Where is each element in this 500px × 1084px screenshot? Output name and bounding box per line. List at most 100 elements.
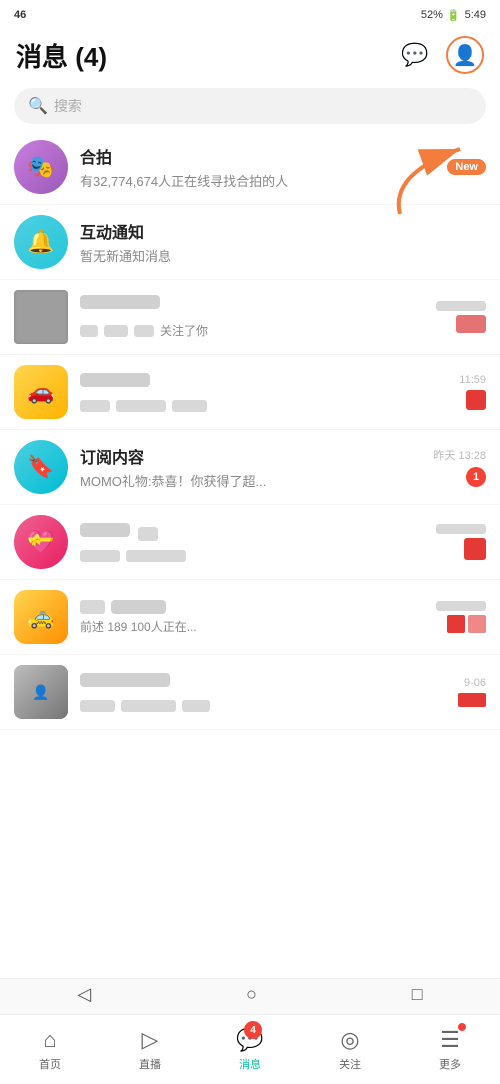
blurred-time [436, 524, 486, 534]
avatar: 👤 [14, 665, 68, 719]
nav-item-live[interactable]: ▷ 直播 [100, 1015, 200, 1084]
blurred-desc [80, 700, 450, 712]
item-meta [436, 524, 486, 560]
item-desc: 有32,774,674人正在线寻找合拍的人 [80, 171, 439, 190]
blurred-name [80, 373, 150, 387]
contacts-button[interactable]: 👤 [446, 36, 484, 74]
time-text: 5:49 [465, 9, 486, 21]
item-desc: 暂无新通知消息 [80, 246, 478, 265]
item-time: 9-06 [464, 677, 486, 689]
blurred-text [138, 527, 158, 541]
blurred-text-1 [80, 325, 98, 337]
item-meta: New [447, 159, 486, 175]
status-bar: 46 52% 🔋 5:49 [0, 0, 500, 28]
battery-icon: 🔋 [447, 9, 461, 22]
hepai-icon: 🎭 [27, 154, 54, 180]
list-item[interactable]: 👤 9-06 [0, 655, 500, 730]
item-meta: 昨天 13:28 1 [433, 447, 486, 487]
item-time: 昨天 13:28 [433, 447, 486, 463]
desc-text: 前述 189 100人正在... [80, 618, 197, 635]
message-badge: 4 [244, 1021, 262, 1039]
list-item[interactable]: 🚕 前述 189 100人正在... [0, 580, 500, 655]
list-item[interactable]: 🚗 11:59 [0, 355, 500, 430]
header-icons: 💬 👤 [396, 36, 484, 74]
list-item[interactable]: 💝 [0, 505, 500, 580]
avatar [14, 290, 68, 344]
more-label: 更多 [439, 1056, 461, 1072]
back-button[interactable]: ◁ [77, 984, 91, 1005]
page-title: 消息 (4) [16, 37, 107, 74]
car-icon: 🚗 [27, 379, 54, 405]
item-content: 关注了你 [80, 295, 428, 339]
home-icon: ⌂ [43, 1027, 56, 1053]
user-icon: 👤 [32, 684, 49, 701]
nav-item-more[interactable]: ☰ 更多 [400, 1015, 500, 1084]
search-bubble-button[interactable]: 💬 [396, 36, 434, 74]
blurred-name [80, 673, 170, 687]
item-name: 互动通知 [80, 219, 478, 243]
blurred-name-1 [80, 600, 105, 614]
red-square-1 [447, 615, 465, 633]
item-meta: 9-06 [458, 677, 486, 707]
item-content: 合拍 有32,774,674人正在线寻找合拍的人 [80, 144, 439, 190]
avatar: 🎭 [14, 140, 68, 194]
item-meta: 11:59 [459, 374, 486, 410]
blurred-text-2 [104, 325, 128, 337]
message-label: 消息 [239, 1056, 261, 1072]
blurred-text-1 [80, 700, 115, 712]
live-label: 直播 [139, 1056, 161, 1072]
blurred-desc [80, 400, 451, 412]
item-content [80, 523, 428, 562]
blurred-text-3 [134, 325, 154, 337]
taxi-icon: 🚕 [27, 604, 54, 630]
bell-icon: 🔔 [27, 229, 54, 255]
list-item[interactable]: 关注了你 [0, 280, 500, 355]
item-content: 前述 189 100人正在... [80, 600, 428, 635]
notification-dot [458, 1023, 466, 1031]
system-nav: ◁ ○ □ [0, 978, 500, 1014]
more-icon: ☰ [440, 1027, 460, 1053]
blurred-text-2 [121, 700, 176, 712]
blurred-desc: 前述 189 100人正在... [80, 618, 428, 635]
blurred-desc [80, 550, 428, 562]
blurred-time [436, 601, 486, 611]
search-bar[interactable]: 🔍 搜索 [14, 88, 486, 124]
blurred-text-1 [80, 550, 120, 562]
list-item[interactable]: 🔔 互动通知 暂无新通知消息 [0, 205, 500, 280]
nav-item-message[interactable]: 4 💬 消息 [200, 1015, 300, 1084]
nav-item-follow[interactable]: ◎ 关注 [300, 1015, 400, 1084]
blurred-text-4: 关注了你 [160, 322, 208, 339]
avatar: 🔖 [14, 440, 68, 494]
item-content: 互动通知 暂无新通知消息 [80, 219, 478, 265]
home-label: 首页 [39, 1056, 61, 1072]
signal-text: 46 [14, 9, 26, 21]
item-time: 11:59 [459, 374, 486, 386]
live-icon: ▷ [142, 1027, 159, 1053]
home-button[interactable]: ○ [246, 984, 257, 1005]
bookmark-icon: 🔖 [27, 454, 54, 480]
follow-label: 关注 [339, 1056, 361, 1072]
avatar: 🔔 [14, 215, 68, 269]
item-meta [436, 301, 486, 333]
red-rect-badge [458, 693, 486, 707]
item-content [80, 373, 451, 412]
blurred-name [80, 523, 130, 537]
avatar: 🚗 [14, 365, 68, 419]
blurred-name-2 [111, 600, 166, 614]
message-list: 🎭 合拍 有32,774,674人正在线寻找合拍的人 New 🔔 互动通知 暂无… [0, 130, 500, 840]
status-right: 52% 🔋 5:49 [421, 9, 486, 22]
list-item[interactable]: 🔖 订阅内容 MOMO礼物:恭喜！你获得了超... 昨天 13:28 1 [0, 430, 500, 505]
avatar: 🚕 [14, 590, 68, 644]
item-desc: MOMO礼物:恭喜！你获得了超... [80, 471, 425, 490]
list-item[interactable]: 🎭 合拍 有32,774,674人正在线寻找合拍的人 New [0, 130, 500, 205]
blurred-name [80, 295, 160, 309]
recent-button[interactable]: □ [412, 984, 423, 1005]
blurred-text-1 [80, 400, 110, 412]
nav-item-home[interactable]: ⌂ 首页 [0, 1015, 100, 1084]
avatar: 💝 [14, 515, 68, 569]
person-icon: 👤 [453, 43, 478, 68]
red-square-2 [468, 615, 486, 633]
item-content: 订阅内容 MOMO礼物:恭喜！你获得了超... [80, 444, 425, 490]
count-badge: 1 [466, 467, 486, 487]
red-badge [456, 315, 486, 333]
